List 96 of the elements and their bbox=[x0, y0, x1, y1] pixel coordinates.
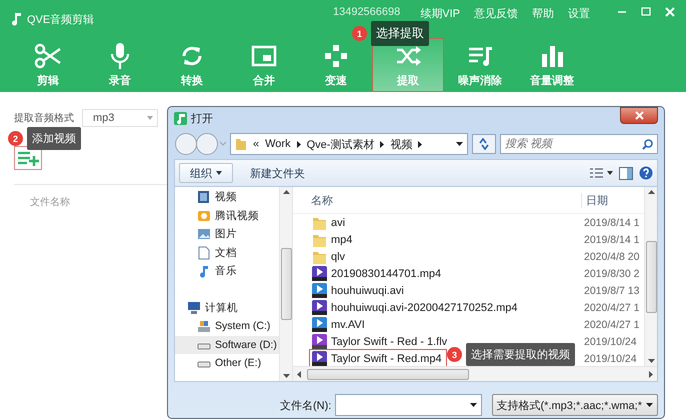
navigation-item[interactable]: 文档 bbox=[175, 244, 279, 262]
preview-pane-icon[interactable] bbox=[619, 166, 633, 180]
arrow-up-icon bbox=[282, 190, 290, 194]
file-name[interactable]: mp4 bbox=[309, 230, 358, 249]
file-date: 2019/8/14 1 bbox=[584, 234, 640, 246]
breadcrumb-item[interactable]: 视频 bbox=[390, 136, 412, 152]
video-file-icon bbox=[312, 266, 327, 281]
navigation-item[interactable]: 腾讯视频 bbox=[175, 206, 279, 225]
format-label: 提取音频格式 bbox=[14, 112, 74, 125]
arrow-down-icon bbox=[648, 359, 654, 363]
gamepad-cross-icon bbox=[322, 42, 350, 70]
video-file-icon bbox=[312, 317, 327, 332]
navigation-item[interactable]: System (C:) bbox=[175, 317, 279, 336]
filename-field[interactable] bbox=[335, 394, 482, 416]
file-date: 2020/4/27 1 bbox=[584, 318, 640, 330]
navigation-item[interactable]: 计算机 bbox=[175, 298, 279, 317]
refresh-button[interactable] bbox=[472, 134, 496, 154]
breadcrumb-item[interactable]: Qve-测试素材 bbox=[306, 136, 374, 152]
folder-icon bbox=[312, 215, 327, 230]
file-name[interactable]: houhuiwuqi.avi bbox=[309, 281, 409, 300]
music-note-icon bbox=[174, 112, 187, 124]
music-note-icon bbox=[197, 264, 211, 278]
folder-icon bbox=[312, 232, 327, 247]
app-title: QVE音频剪辑 bbox=[27, 12, 94, 26]
file-date: 2019/8/14 1 bbox=[584, 216, 640, 228]
video-file-icon bbox=[312, 300, 327, 315]
file-name[interactable]: mv.AVI bbox=[309, 315, 370, 334]
close-icon[interactable] bbox=[664, 6, 676, 18]
music-note-icon bbox=[10, 12, 22, 26]
tooltip: 选择提取 bbox=[371, 21, 429, 46]
caret-icon bbox=[470, 403, 477, 407]
refresh-icon bbox=[478, 138, 490, 150]
help-icon[interactable] bbox=[639, 166, 653, 180]
arrow-up-icon bbox=[648, 190, 654, 194]
format-value: mp3 bbox=[93, 112, 114, 124]
file-name[interactable]: houhuiwuqi.avi-20200427170252.mp4 bbox=[309, 298, 523, 317]
arrow-icon bbox=[380, 140, 384, 148]
folder-icon bbox=[235, 137, 247, 151]
step-badge: 2 bbox=[8, 131, 23, 146]
tooltip: 添加视频 bbox=[27, 127, 81, 150]
file-date: 2019/10/24 bbox=[584, 352, 638, 364]
add-video-button[interactable] bbox=[14, 146, 42, 170]
tooltip: 选择需要提取的视频 bbox=[466, 343, 575, 366]
caret-icon bbox=[216, 171, 222, 175]
format-dropdown[interactable]: mp3 bbox=[82, 109, 158, 127]
file-date: 2019/8/7 13 bbox=[584, 284, 640, 296]
address-bar[interactable]: « Work Qve-测试素材 视频 bbox=[230, 133, 468, 155]
drive-icon bbox=[197, 319, 211, 334]
file-date: 2019/10/24 bbox=[584, 336, 638, 348]
file-name[interactable]: qlv bbox=[309, 247, 350, 266]
list-add-icon bbox=[17, 150, 39, 166]
close-icon bbox=[634, 111, 644, 120]
navigation-item[interactable]: 视频 bbox=[175, 188, 279, 206]
search-icon[interactable] bbox=[642, 139, 653, 150]
scrollbar[interactable] bbox=[279, 187, 292, 381]
column-header[interactable]: 名称 bbox=[293, 192, 581, 208]
search-field[interactable]: 搜索 视频 bbox=[500, 134, 658, 154]
arrow-right-icon bbox=[649, 370, 653, 378]
caret-icon bbox=[147, 116, 153, 120]
account-number: 13492566698 bbox=[332, 6, 400, 18]
video-file-icon bbox=[312, 334, 327, 349]
file-date: 2020/4/8 20 bbox=[584, 250, 640, 262]
arrow-icon bbox=[418, 140, 422, 148]
new-folder-button[interactable]: 新建文件夹 bbox=[239, 163, 316, 183]
close-button[interactable] bbox=[620, 107, 658, 124]
file-date: 2020/4/27 1 bbox=[584, 302, 640, 314]
arrow-down-icon bbox=[282, 374, 290, 378]
file-name[interactable]: avi bbox=[309, 213, 350, 232]
video-file-icon bbox=[312, 351, 327, 366]
video-file-icon bbox=[312, 283, 327, 298]
scissors-icon bbox=[34, 42, 62, 70]
view-options-icon[interactable] bbox=[589, 167, 613, 179]
dialog-title: 打开 bbox=[191, 112, 213, 126]
breadcrumb-item[interactable]: Work bbox=[265, 138, 291, 150]
navigation-item[interactable]: 音乐 bbox=[175, 262, 279, 280]
file-type-dropdown[interactable]: 支持格式(*.mp3;*.aac;*.wma;* bbox=[492, 394, 658, 416]
navigation-item[interactable]: Software (D:) bbox=[175, 336, 279, 354]
caret-icon bbox=[646, 403, 653, 407]
organize-button[interactable]: 组织 bbox=[179, 163, 233, 183]
arrow-icon bbox=[296, 140, 301, 148]
computer-icon bbox=[187, 300, 201, 315]
scrollbar[interactable] bbox=[644, 187, 657, 366]
picture-icon bbox=[197, 227, 211, 242]
file-date: 2019/8/30 2 bbox=[584, 268, 640, 280]
file-name[interactable]: 20190830144701.mp4 bbox=[309, 264, 446, 283]
caret-icon[interactable] bbox=[456, 142, 463, 146]
navigation-item[interactable]: Other (E:) bbox=[175, 354, 279, 372]
overflow-chevron[interactable]: « bbox=[253, 138, 260, 150]
navigation-item[interactable]: 图片 bbox=[175, 225, 279, 244]
filename-label: 文件名(N): bbox=[280, 398, 332, 413]
scrollbar[interactable] bbox=[293, 366, 657, 381]
column-header: 文件名称 bbox=[30, 196, 71, 209]
maximize-icon[interactable] bbox=[640, 6, 652, 18]
document-icon bbox=[197, 246, 211, 260]
arrow-left-icon bbox=[297, 370, 301, 378]
folder-icon bbox=[312, 249, 327, 264]
